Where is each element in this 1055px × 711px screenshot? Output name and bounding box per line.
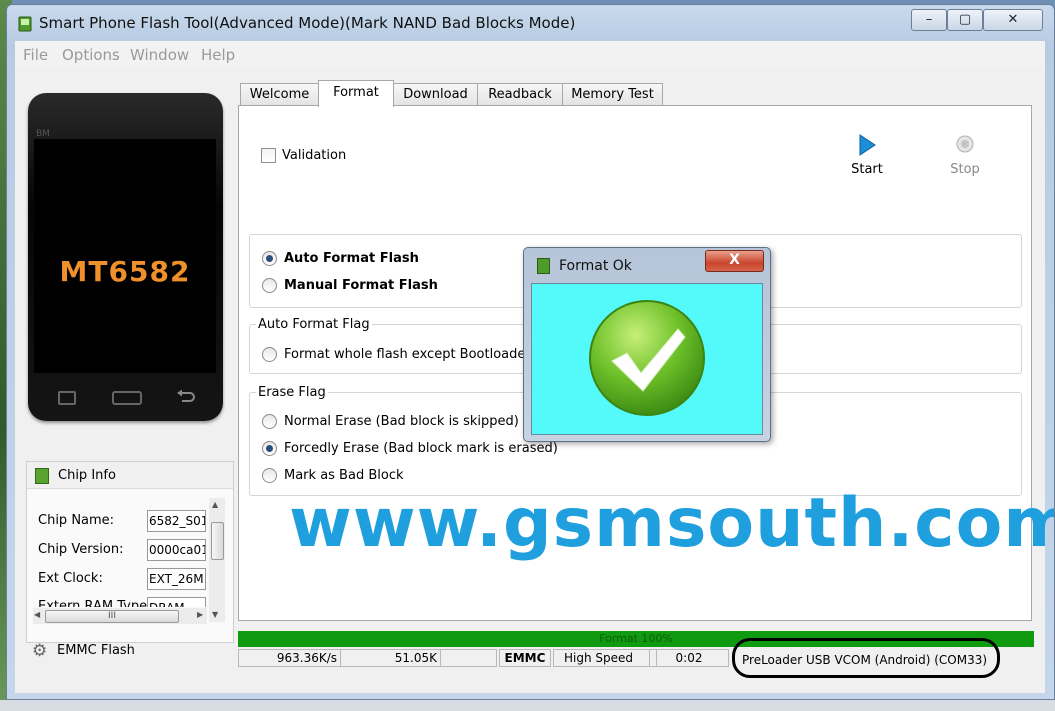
ram-type-field[interactable]: DRAM [147, 597, 206, 607]
port-highlight-oval [732, 638, 1000, 678]
status-storage: EMMC [499, 649, 551, 667]
chip-version-field[interactable]: 0000ca01 [147, 539, 206, 561]
menu-key-icon [58, 391, 76, 405]
stop-icon [956, 135, 974, 153]
chip-info-title: Chip Info [58, 468, 116, 483]
menu-bar: File Options Window Help [15, 41, 1045, 67]
tab-format[interactable]: Format [318, 80, 394, 107]
format-whole-flash-radio[interactable] [262, 347, 277, 362]
gear-icon: ⚙ [32, 641, 48, 661]
menu-help[interactable]: Help [201, 46, 235, 64]
emmc-flash-label: EMMC Flash [57, 643, 135, 658]
chip-version-label: Chip Version: [38, 542, 124, 557]
tab-download[interactable]: Download [393, 83, 478, 106]
format-ok-dialog: Format Ok X [523, 247, 771, 442]
phone-illustration: BM MT6582 [28, 93, 223, 421]
chip-info-header: Chip Info [27, 462, 233, 489]
chip-name-label: Chip Name: [38, 513, 115, 528]
chip-info-panel: Chip Info Chip Name: 6582_S01 Chip Versi… [26, 461, 234, 643]
back-key-icon [177, 389, 195, 402]
minimize-button[interactable]: – [911, 9, 947, 31]
ext-clock-label: Ext Clock: [38, 571, 103, 586]
status-time: 0:02 [649, 649, 729, 667]
erase-flag-title: Erase Flag [256, 385, 328, 400]
manual-format-label: Manual Format Flash [284, 278, 438, 293]
success-check-icon [589, 300, 705, 416]
mark-bad-block-label: Mark as Bad Block [284, 468, 404, 483]
taskbar-strip [0, 700, 1055, 711]
manual-format-radio[interactable] [262, 278, 277, 293]
app-icon [18, 16, 32, 32]
scroll-down-icon[interactable]: ▼ [212, 610, 218, 619]
emmc-flash-row: ⚙ EMMC Flash [26, 637, 232, 663]
ram-type-row: Extern RAM Type: DRAM [27, 594, 207, 607]
normal-erase-radio[interactable] [262, 414, 277, 429]
menu-file[interactable]: File [23, 46, 48, 64]
validation-checkbox[interactable] [261, 148, 276, 163]
tab-readback[interactable]: Readback [477, 83, 563, 106]
stop-label: Stop [950, 162, 980, 177]
start-label: Start [851, 162, 883, 177]
chip-info-horizontal-scrollbar[interactable]: ◀ III ▶ [33, 608, 207, 624]
validation-label: Validation [282, 148, 347, 163]
phone-brand: BM [36, 129, 50, 139]
dialog-title: Format Ok [559, 258, 632, 274]
vertical-scroll-thumb[interactable] [211, 522, 224, 560]
home-key-icon [112, 391, 142, 405]
play-icon [859, 134, 876, 156]
chip-name-field[interactable]: 6582_S01 [147, 510, 206, 532]
dialog-close-button[interactable]: X [705, 250, 764, 272]
dialog-body [531, 283, 763, 435]
window-title: Smart Phone Flash Tool(Advanced Mode)(Ma… [39, 14, 576, 32]
forcedly-erase-radio[interactable] [262, 441, 277, 456]
watermark-text: www.gsmsouth.com [289, 484, 1055, 563]
ext-clock-field[interactable]: EXT_26M [147, 568, 206, 590]
dialog-app-icon [537, 258, 550, 274]
chip-model-label: MT6582 [59, 255, 191, 288]
scroll-left-icon[interactable]: ◀ [34, 610, 40, 619]
scroll-right-icon[interactable]: ▶ [197, 610, 203, 619]
phone-screen: MT6582 [34, 139, 216, 373]
mark-bad-block-radio[interactable] [262, 468, 277, 483]
horizontal-scroll-thumb[interactable]: III [45, 610, 179, 623]
start-button[interactable]: Start [837, 134, 897, 178]
menu-window[interactable]: Window [130, 46, 189, 64]
maximize-button[interactable]: ▢ [947, 9, 983, 31]
chip-info-icon [35, 468, 49, 484]
normal-erase-label: Normal Erase (Bad block is skipped) [284, 414, 519, 429]
menu-options[interactable]: Options [62, 46, 120, 64]
stop-button[interactable]: Stop [935, 134, 995, 178]
auto-format-label: Auto Format Flash [284, 251, 419, 266]
status-size: 51.05K [340, 649, 441, 667]
tab-memory-test[interactable]: Memory Test [562, 83, 663, 106]
close-button[interactable]: ✕ [983, 9, 1043, 31]
ram-type-label: Extern RAM Type: [38, 599, 152, 607]
forcedly-erase-label: Forcedly Erase (Bad block mark is erased… [284, 441, 558, 456]
format-whole-flash-label: Format whole flash except Bootloader [284, 347, 531, 362]
scroll-up-icon[interactable]: ▲ [212, 500, 218, 509]
title-bar[interactable]: Smart Phone Flash Tool(Advanced Mode)(Ma… [7, 5, 1054, 41]
tab-welcome[interactable]: Welcome [240, 83, 319, 106]
status-usb-speed: High Speed [553, 649, 657, 667]
auto-format-radio[interactable] [262, 251, 277, 266]
auto-format-flag-title: Auto Format Flag [256, 317, 372, 332]
status-blank [440, 649, 497, 667]
status-speed: 963.36K/s [238, 649, 341, 667]
chip-info-vertical-scrollbar[interactable]: ▲ ▼ [209, 498, 225, 622]
